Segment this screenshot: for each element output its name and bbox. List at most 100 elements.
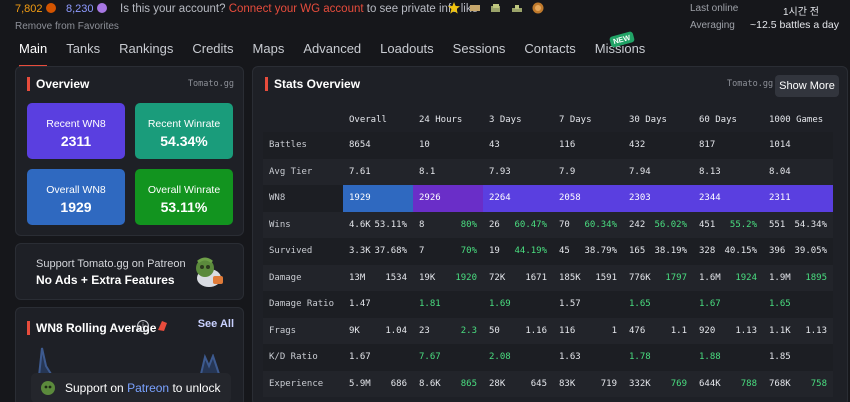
gold-amount: 7,802 [15, 3, 56, 15]
stats-cell: 1.81 [413, 291, 483, 318]
main-nav: Main Tanks Rankings Credits Maps Advance… [19, 41, 664, 67]
cell-primary: 1.6M [699, 272, 721, 283]
overall-winrate-label: Overall Winrate [147, 184, 221, 196]
tab-rankings[interactable]: Rankings [119, 41, 173, 63]
stats-overview-title: Stats Overview [265, 77, 360, 91]
connect-wg-link[interactable]: Connect your WG account [229, 3, 364, 15]
overall-wn8-label: Overall WN8 [46, 184, 106, 196]
stats-cell: 185K 1591 [553, 264, 623, 291]
cell-secondary: 44.19% [514, 246, 547, 257]
stats-cell: 1.67 [343, 344, 413, 371]
tab-advanced[interactable]: Advanced [303, 41, 361, 63]
stats-cell: 43 [483, 132, 553, 159]
see-all-link[interactable]: See All [198, 318, 234, 330]
cell-primary: 5.9M [349, 378, 371, 389]
col-30-days: 30 Days [629, 114, 667, 125]
remove-favorites-link[interactable]: Remove from Favorites [15, 21, 119, 32]
cell-primary: 28K [489, 378, 506, 389]
stats-cell: 644K 788 [693, 370, 763, 397]
cell-primary: 1.9M [769, 272, 791, 283]
cell-primary: 451 [699, 219, 716, 230]
stats-cell: 116 [553, 132, 623, 159]
stats-cell: 83K 719 [553, 370, 623, 397]
last-online-value: 1시간 전 [783, 7, 819, 18]
silver-amount: 8,230 [66, 3, 107, 15]
tab-loadouts[interactable]: Loadouts [380, 41, 434, 63]
info-icon[interactable]: i [137, 320, 149, 332]
cell-value: 7.93 [489, 166, 511, 177]
cell-value: 2344 [699, 193, 721, 204]
overview-panel: Overview Tomato.gg Recent WN8 2311 Recen… [15, 66, 244, 236]
tab-sessions[interactable]: Sessions [453, 41, 506, 63]
cell-value: 8.13 [699, 166, 721, 177]
cell-primary: 920 [699, 325, 716, 336]
cell-secondary: 55.2% [729, 219, 757, 230]
cell-primary: 26 [489, 219, 500, 230]
stats-cell: 7.67 [413, 344, 483, 371]
cell-value: 2058 [559, 193, 581, 204]
stats-cell: 1929 [343, 185, 413, 212]
cell-value: 2264 [489, 193, 511, 204]
averaging-label: Averaging [690, 20, 735, 31]
stats-row-survived: Survived 3.3K 37.68% 7 70% 19 44.19% 45 38.79% 16… [263, 238, 833, 265]
stats-cell: 165 38.19% [623, 238, 693, 265]
tomato-mascot-small-icon [39, 378, 57, 399]
cell-primary: 476 [629, 325, 646, 336]
tab-main[interactable]: Main [19, 41, 48, 67]
cell-primary: 83K [559, 378, 576, 389]
cell-value: 432 [629, 140, 646, 151]
show-more-button[interactable]: Show More [775, 75, 839, 97]
cell-primary: 19 [489, 246, 500, 257]
cell-secondary: 865 [460, 378, 477, 389]
stats-cell: 7.61 [343, 158, 413, 185]
stats-cell: 1.88 [693, 344, 763, 371]
cell-value: 2.08 [489, 352, 511, 363]
tab-contacts[interactable]: Contacts [524, 41, 575, 63]
stats-cell: 1.65 [623, 291, 693, 318]
patreon-features-text: No Ads + Extra Features [36, 273, 175, 287]
stats-table: Overall 24 Hours 3 Days 7 Days 30 Days 6… [263, 107, 833, 397]
patreon-support-text: Support Tomato.gg on Patreon [36, 258, 186, 270]
cell-value: 1.67 [699, 299, 721, 310]
cell-primary: 23 [419, 325, 430, 336]
cell-secondary: 2.3 [460, 325, 477, 336]
stats-cell: 451 55.2% [693, 211, 763, 238]
stats-cell: 28K 645 [483, 370, 553, 397]
tab-tanks[interactable]: Tanks [66, 41, 100, 63]
tab-credits[interactable]: Credits [192, 41, 233, 63]
cell-value: 817 [699, 140, 716, 151]
stats-cell: 9K 1.04 [343, 317, 413, 344]
row-label: Experience [263, 370, 343, 397]
recent-winrate-card: Recent Winrate 54.34% [135, 103, 233, 159]
cell-value: 7.9 [559, 166, 576, 177]
overall-wn8-card: Overall WN8 1929 [27, 169, 125, 225]
cell-value: 1.63 [559, 352, 581, 363]
row-label: Wins [263, 211, 343, 238]
cell-value: 1.78 [629, 352, 651, 363]
col-7-days: 7 Days [559, 114, 592, 125]
stats-cell: 1.67 [693, 291, 763, 318]
stats-cell: 1.57 [553, 291, 623, 318]
cell-secondary: 686 [390, 378, 407, 389]
stats-row-avg-tier: Avg Tier 7.61 8.1 7.93 7.9 7.94 8.13 8.04 [263, 158, 833, 185]
stats-body: Battles 8654 10 43 116 432 817 1014 Avg Tier 7.61… [263, 132, 833, 397]
stats-cell: 1.85 [763, 344, 833, 371]
averaging-value: ~12.5 battles a day [750, 19, 840, 31]
support-patreon-link[interactable]: Patreon [127, 381, 169, 395]
stats-credit: Tomato.gg [727, 79, 774, 89]
cell-value: 116 [559, 140, 576, 151]
cell-primary: 8.6K [419, 378, 441, 389]
support-unlock-banner[interactable]: Support on Patreon to unlock [31, 373, 231, 402]
cell-primary: 165 [629, 246, 646, 257]
stats-cell: 817 [693, 132, 763, 159]
col-24-hours: 24 Hours [419, 114, 463, 125]
stats-cell: 432 [623, 132, 693, 159]
cell-primary: 1.1K [769, 325, 791, 336]
cell-value: 8.1 [419, 166, 436, 177]
patreon-panel[interactable]: Support Tomato.gg on Patreon No Ads + Ex… [15, 243, 244, 300]
stats-cell: 2344 [693, 185, 763, 212]
cell-secondary: 1 [611, 325, 617, 336]
tab-maps[interactable]: Maps [253, 41, 285, 63]
cell-secondary: 60.34% [584, 219, 617, 230]
overall-winrate-value: 53.11% [160, 199, 208, 215]
